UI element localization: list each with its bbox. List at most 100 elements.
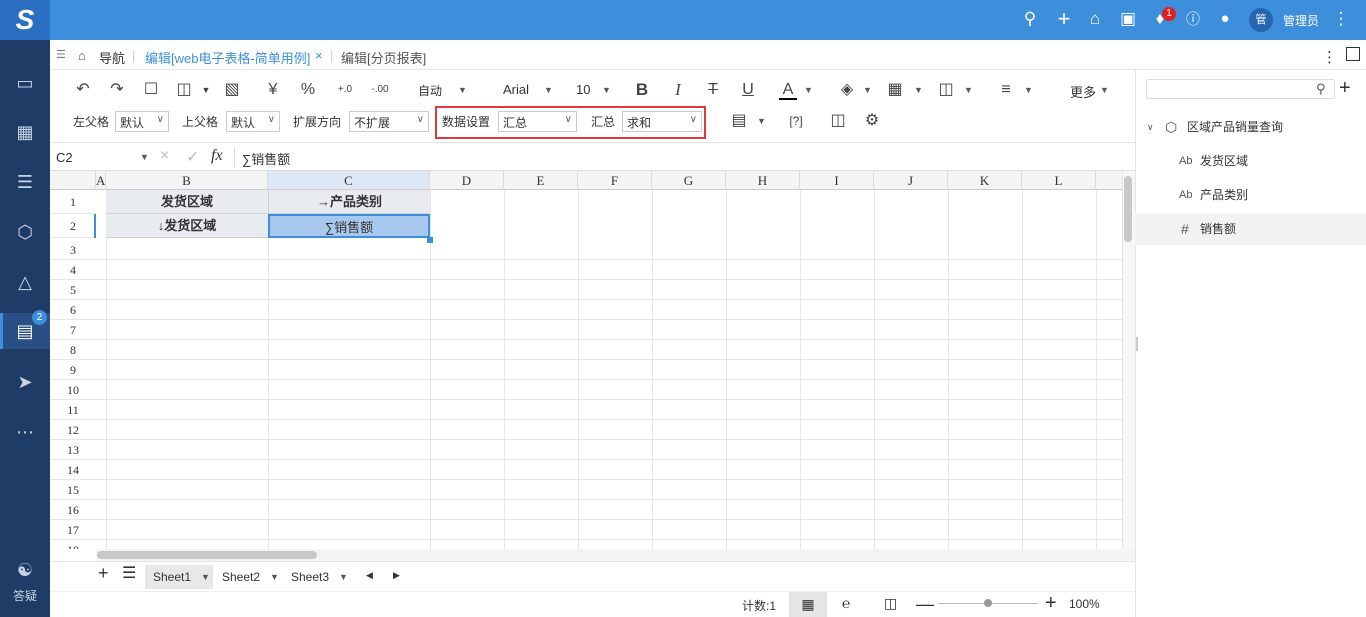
chevron-down-icon[interactable]: ▼ [602,85,611,95]
row-header[interactable]: 4 [50,260,96,280]
save-icon[interactable]: ◫ [174,80,194,100]
redo-icon[interactable]: ↷ [107,80,127,100]
conditional-format-icon[interactable]: ◫ [828,111,848,131]
column-header[interactable]: J [874,171,948,190]
fill-color-icon[interactable]: ◈ [838,80,856,100]
add-sheet-icon[interactable]: + [98,563,109,584]
qa-icon[interactable]: ☯ [13,560,37,580]
chevron-down-icon[interactable]: ▼ [863,85,872,95]
column-header[interactable] [1096,171,1122,190]
field-item[interactable]: Ab 产品类别 [1135,179,1366,211]
row-header[interactable]: 3 [50,240,96,260]
cell-reference[interactable]: C2 [56,150,73,165]
sheet-list-icon[interactable]: ☰ [122,563,136,583]
more-vertical-icon[interactable]: ⋮ [1330,8,1352,30]
underline-icon[interactable]: U [739,80,757,100]
chevron-down-icon[interactable]: ▼ [804,85,813,95]
tab-more-icon[interactable]: ⋮ [1322,48,1337,66]
vertical-scroll-thumb[interactable] [1124,176,1132,242]
column-header[interactable]: G [652,171,726,190]
tab-web-spreadsheet[interactable]: 编辑[web电子表格-简单用例] [145,48,310,67]
zoom-slider-handle[interactable] [984,599,992,607]
cancel-icon[interactable]: × [160,147,169,165]
page-layout-view-icon[interactable]: ◫ [884,595,897,612]
row-header[interactable]: 7 [50,320,96,340]
cell-b1[interactable]: 发货区域 [106,190,268,214]
nav-cube-icon[interactable]: ⬡ [0,214,50,250]
sheet-tab[interactable]: Sheet2 ▼ [214,565,282,589]
row-header[interactable]: 14 [50,460,96,480]
row-header[interactable]: 13 [50,440,96,460]
settings-icon[interactable]: ⚙ [862,111,882,131]
spreadsheet-grid[interactable]: A B C D E F G H I J K L 发货区域 →产品类别 ↓发货区域… [50,171,1122,549]
save-dropdown-icon[interactable]: ▼ [200,80,212,100]
nav-database-icon[interactable]: ☰ [0,164,50,200]
row-header[interactable]: 16 [50,500,96,520]
left-parent-select[interactable]: 默认 ∨ [115,111,169,132]
avatar[interactable]: 管 [1249,8,1273,32]
chevron-down-icon[interactable]: ▼ [1100,85,1109,95]
row-header[interactable]: 18 [50,540,96,549]
horizontal-scroll-thumb[interactable] [97,551,317,559]
increase-decimal-icon[interactable]: +.0 [334,80,356,100]
close-tab-icon[interactable]: × [315,48,323,63]
expand-direction-select[interactable]: 不扩展 ∨ [349,111,429,132]
chevron-down-icon[interactable]: ▼ [757,116,766,126]
page-break-view-icon[interactable]: ℮ [842,595,850,611]
column-header[interactable]: L [1022,171,1096,190]
row-header[interactable]: 8 [50,340,96,360]
sheet-tab-active[interactable]: Sheet1 ▼ [145,565,213,589]
home-icon[interactable]: ⌂ [1084,8,1106,30]
column-header[interactable]: D [430,171,504,190]
row-header[interactable]: 6 [50,300,96,320]
username[interactable]: 管理员 [1283,12,1319,29]
format-painter-icon[interactable]: ▧ [222,80,242,100]
cell-c1[interactable]: →产品类别 [268,190,430,214]
font-family-select[interactable]: Arial [503,82,529,97]
data-setting-select[interactable]: 汇总 ∨ [498,111,577,132]
row-header[interactable]: 10 [50,380,96,400]
field-item[interactable]: Ab 发货区域 [1135,145,1366,177]
chevron-down-icon[interactable]: ▼ [140,152,149,162]
more-button[interactable]: 更多 [1070,82,1096,101]
fullscreen-icon[interactable] [1346,47,1360,61]
nav-more-icon[interactable]: ⋯ [0,414,50,450]
next-sheet-icon[interactable]: ▶ [393,570,400,581]
undo-icon[interactable]: ↶ [73,80,93,100]
bold-icon[interactable]: B [633,80,651,100]
parameter-icon[interactable]: [?] [783,111,809,131]
add-icon[interactable]: + [1053,8,1075,30]
row-header[interactable]: 15 [50,480,96,500]
column-header[interactable]: C [268,171,430,190]
row-header[interactable]: 2 [50,214,96,238]
align-icon[interactable]: ≡ [996,80,1016,100]
summary-select[interactable]: 求和 ∨ [622,111,702,132]
help-icon[interactable]: ⓘ [1182,8,1204,30]
row-header[interactable]: 1 [50,190,96,214]
add-dataset-icon[interactable]: + [1339,77,1351,100]
border-icon[interactable]: ▦ [886,80,904,100]
row-header[interactable]: 12 [50,420,96,440]
nav-layers-icon[interactable]: △ [0,264,50,300]
corner-cell[interactable] [50,171,96,190]
nav-monitor-icon[interactable]: ▭ [0,65,50,101]
panel-resize-handle[interactable] [1136,337,1138,351]
column-header[interactable]: B [106,171,268,190]
search-icon[interactable]: ⚲ [1316,81,1326,97]
column-header[interactable]: H [726,171,800,190]
app-logo[interactable]: S [0,0,50,40]
chevron-down-icon[interactable]: ▼ [544,85,553,95]
normal-view-icon[interactable]: ▦ [789,592,827,617]
row-header[interactable]: 11 [50,400,96,420]
top-parent-select[interactable]: 默认 ∨ [226,111,280,132]
bag-icon[interactable]: ▣ [1117,8,1139,30]
nav-apps-icon[interactable]: ▦ [0,114,50,150]
chevron-down-icon[interactable]: ∨ [1147,111,1154,143]
row-header[interactable]: 5 [50,280,96,300]
number-format-select[interactable]: 自动 [418,82,442,99]
italic-icon[interactable]: I [669,80,687,100]
strikethrough-icon[interactable]: T [704,80,722,100]
font-size-select[interactable]: 10 [576,82,590,97]
qa-label[interactable]: 答疑 [0,587,50,604]
nav-send-icon[interactable]: ➤ [0,364,50,400]
